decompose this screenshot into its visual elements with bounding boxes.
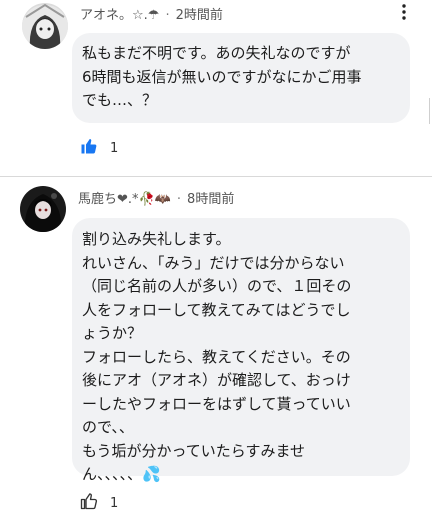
- comment-line: 人をフォローして教えてみてはどうでし: [82, 300, 351, 319]
- thumbs-up-icon: [80, 137, 98, 159]
- comment-line: 6時間も返信が無いのですがなにかご用事: [82, 67, 362, 86]
- kebab-menu-icon[interactable]: [394, 2, 414, 22]
- comment-line: （同じ名前の人が多い）ので、１回その: [82, 277, 352, 295]
- comment-line: でも…、？: [82, 91, 158, 109]
- comment-line: ーしたやフォローをはずして貰っていい: [82, 394, 351, 413]
- avatar[interactable]: [20, 186, 66, 232]
- comment-line: ん、、、、、💦: [82, 465, 161, 483]
- comment-bubble: 割り込み失礼します。 れいさん、「みう」だけでは分からない （同じ名前の人が多い…: [72, 218, 410, 483]
- comment-line: 後にアオ（アオネ）が確認して、おっけ: [82, 371, 351, 389]
- avatar[interactable]: [22, 3, 68, 49]
- like-button[interactable]: 1: [80, 137, 118, 159]
- username[interactable]: 馬鹿ち❤.*🥀🦇: [78, 192, 171, 207]
- comment-header: アオネ。☆.☂ · 2時間前: [80, 8, 223, 23]
- divider: [0, 176, 432, 177]
- thumbs-up-icon: [80, 492, 98, 514]
- comment-line: ので、、: [82, 418, 134, 436]
- like-count: 1: [110, 140, 119, 156]
- scroll-edge: [429, 98, 430, 124]
- comment-bubble: 私もまだ不明です。あの失礼なのですが 6時間も返信が無いのですがなにかご用事 で…: [72, 33, 410, 123]
- comment-header: 馬鹿ち❤.*🥀🦇 · 8時間前: [78, 192, 235, 207]
- like-button[interactable]: 1: [80, 492, 118, 514]
- comment-line: ょうか？: [82, 324, 143, 342]
- like-count: 1: [110, 495, 119, 511]
- comment-line: 私もまだ不明です。あの失礼なのですが: [82, 44, 351, 62]
- username[interactable]: アオネ。☆.☂: [80, 8, 159, 23]
- comment-line: 割り込み失礼します。: [82, 230, 231, 248]
- comment-line: れいさん、「みう」だけでは分からない: [82, 253, 345, 272]
- timestamp: 2時間前: [175, 8, 223, 23]
- comment-line: もう垢が分かっていたらすみませ: [82, 441, 306, 460]
- comment-line: フォローしたら、教えてください。その: [82, 347, 351, 366]
- timestamp: 8時間前: [187, 192, 235, 207]
